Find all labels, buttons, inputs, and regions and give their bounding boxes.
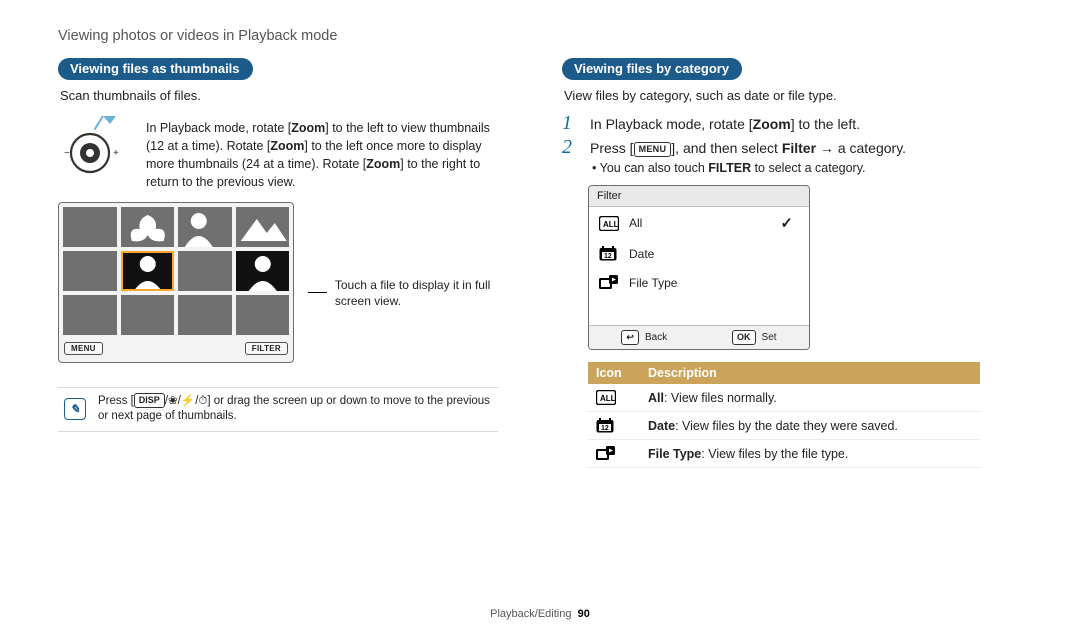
table-row: 12 Date: View files by the date they wer… [588, 412, 980, 440]
svg-text:+: + [113, 148, 119, 159]
thumbnail-panel: MENU FILTER [58, 202, 294, 363]
calendar-icon: 12 [596, 418, 648, 433]
thumbnail[interactable] [236, 251, 290, 291]
filter-item-all[interactable]: ALL All ✓ [589, 207, 809, 239]
category-subtitle: View files by category, such as date or … [564, 88, 1022, 103]
thumbnail[interactable] [63, 251, 117, 291]
menu-key: MENU [634, 142, 672, 157]
step-number: 1 [562, 113, 580, 133]
flash-icon: ⚡ [181, 395, 195, 407]
thumbnail[interactable] [178, 207, 232, 247]
section-heading-thumbnails: Viewing files as thumbnails [58, 58, 253, 80]
svg-text:12: 12 [604, 253, 612, 260]
page-title: Viewing photos or videos in Playback mod… [58, 28, 1022, 44]
filter-item-label: Date [629, 247, 654, 261]
thumbnail[interactable] [236, 295, 290, 335]
table-header-icon: Icon [596, 366, 648, 380]
thumbnail[interactable] [121, 295, 175, 335]
page-footer: Playback/Editing 90 [0, 608, 1080, 620]
table-row: ALL All: View files normally. [588, 384, 980, 412]
section-heading-category: Viewing files by category [562, 58, 742, 80]
thumbnail[interactable] [63, 295, 117, 335]
back-button[interactable]: ↩Back [621, 326, 667, 349]
filter-item-label: File Type [629, 276, 677, 290]
ok-key-icon: OK [732, 330, 756, 345]
thumbnail[interactable] [178, 251, 232, 291]
all-icon: ALL [596, 390, 648, 405]
thumbnail[interactable] [236, 207, 290, 247]
thumbnail[interactable] [121, 207, 175, 247]
step-2-subnote: You can also touch FILTER to select a ca… [592, 161, 1022, 175]
thumbnail[interactable] [63, 207, 117, 247]
filter-panel-title: Filter [589, 186, 809, 207]
check-icon: ✓ [780, 214, 799, 232]
thumbnail-selected[interactable] [121, 251, 175, 291]
svg-text:ALL: ALL [603, 220, 619, 229]
filter-item-filetype[interactable]: File Type [589, 268, 809, 297]
zoom-lever-icon: − + [58, 113, 130, 177]
svg-text:−: − [64, 148, 70, 159]
zoom-instruction: In Playback mode, rotate [Zoom] to the l… [146, 113, 498, 192]
filter-item-label: All [629, 216, 642, 230]
step-number: 2 [562, 137, 580, 157]
table-row: File Type: View files by the file type. [588, 440, 980, 468]
svg-text:12: 12 [601, 425, 609, 432]
svg-text:ALL: ALL [600, 394, 616, 403]
menu-button[interactable]: MENU [64, 342, 103, 355]
thumbnails-subtitle: Scan thumbnails of files. [60, 88, 498, 103]
set-button[interactable]: OKSet [732, 326, 777, 349]
thumbnail-annotation: Touch a file to display it in full scree… [308, 277, 498, 309]
calendar-icon: 12 [599, 246, 619, 261]
step-2-text: Press [MENU], and then select Filter → a… [590, 137, 906, 159]
step-1-text: In Playback mode, rotate [Zoom] to the l… [590, 113, 860, 135]
note-icon: ✎ [64, 398, 86, 420]
note-text: Press [DISP/❀/⚡/⏱] or drag the screen up… [98, 393, 492, 425]
back-key-icon: ↩ [621, 330, 639, 345]
filter-description-table: Icon Description ALL All: View files nor… [588, 362, 980, 468]
thumbnail[interactable] [178, 295, 232, 335]
filter-panel: Filter ALL All ✓ 12 Date [588, 185, 810, 350]
macro-icon: ❀ [168, 395, 178, 407]
filter-item-date[interactable]: 12 Date [589, 239, 809, 268]
filetype-icon [596, 446, 648, 461]
filter-button[interactable]: FILTER [245, 342, 288, 355]
filetype-icon [599, 275, 619, 290]
disp-key: DISP [134, 393, 165, 408]
table-header-description: Description [648, 366, 717, 380]
all-icon: ALL [599, 216, 619, 231]
